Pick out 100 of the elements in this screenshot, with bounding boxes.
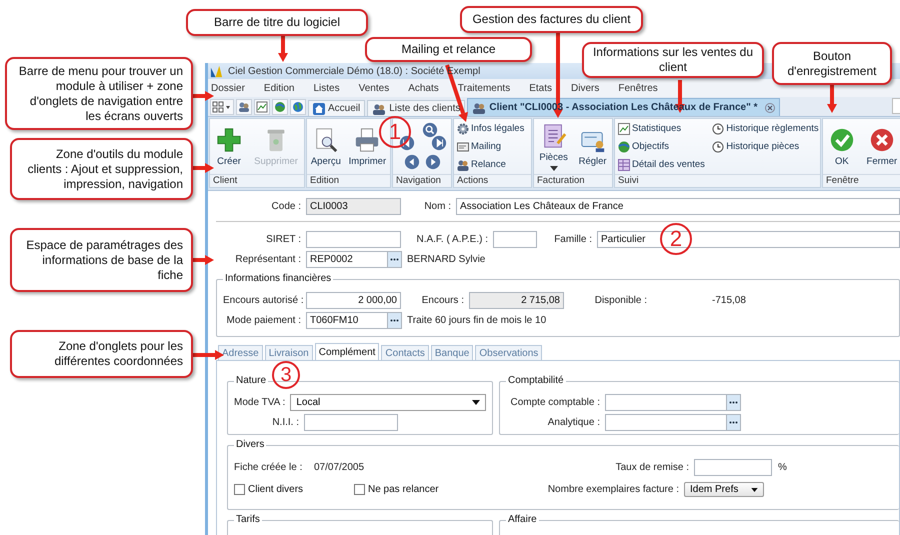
field-label: Taux de remise : (614, 462, 690, 473)
nii-field[interactable] (304, 414, 398, 431)
field-label: Encours autorisé : (223, 295, 301, 306)
analytic-field[interactable] (605, 414, 727, 431)
account-field[interactable] (605, 394, 727, 411)
ribbon-button[interactable]: Aperçu (310, 124, 342, 168)
callout: Barre de menu pour trouver un module à utiliser + zone d'onglets de navigation entre les écrans ouverts (5, 57, 193, 130)
grid-icon[interactable] (210, 99, 234, 115)
close-icon[interactable] (764, 102, 774, 112)
group-title: Informations financières (223, 273, 334, 284)
group-label: Fenêtre (823, 174, 900, 187)
globe-icon[interactable] (290, 99, 306, 115)
menu-item[interactable]: Traitements (458, 82, 518, 94)
ribbon-button[interactable]: Détail des ventes (618, 156, 706, 174)
menu-item[interactable]: Fenêtres (618, 82, 665, 94)
group-title: Comptabilité (506, 375, 566, 386)
copies-dropdown[interactable]: Idem Prefs (684, 482, 764, 497)
tab[interactable]: Observations (475, 345, 542, 360)
ribbon-button[interactable]: Mailing (457, 138, 531, 156)
people-icon (472, 102, 486, 114)
name-field[interactable]: Association Les Châteaux de France (456, 198, 900, 215)
browse-button[interactable] (727, 414, 741, 431)
number-marker: 1 (379, 116, 411, 148)
callout: Barre de titre du logiciel (186, 9, 368, 36)
ribbon-button[interactable]: Pièces (538, 120, 569, 172)
ribbon-button[interactable]: Historique pièces (712, 138, 820, 156)
checkbox[interactable]: Client divers (234, 484, 354, 495)
menu-item[interactable]: Edition (264, 82, 302, 94)
payment-description: Traite 60 jours fin de mois le 10 (407, 315, 546, 326)
first-record-icon[interactable] (399, 134, 415, 150)
discount-field[interactable] (694, 459, 772, 476)
callout: Espace de paramétrages des informations de base de la fiche (10, 228, 193, 292)
people-icon[interactable] (236, 99, 252, 115)
ribbon-button[interactable]: OK (828, 124, 856, 168)
representative-field[interactable]: REP0002 (306, 251, 388, 268)
gear-icon (457, 122, 469, 134)
tab[interactable]: Banque (430, 345, 474, 360)
vat-mode-dropdown[interactable]: Local (290, 394, 486, 411)
last-record-icon[interactable] (431, 134, 447, 150)
menu-item[interactable]: Dossier (211, 82, 252, 94)
ellipsis-icon (390, 319, 399, 322)
group-label: Edition (307, 174, 390, 187)
field-label: Encours : (420, 295, 464, 306)
field-label: Compte comptable : (510, 397, 600, 408)
chart-icon[interactable] (254, 99, 270, 115)
ribbon-button[interactable]: Créer (215, 124, 244, 168)
code-field[interactable]: CLI0003 (306, 198, 401, 215)
group-label: Suivi (615, 174, 820, 187)
callout: Zone d'onglets pour les différentes coordonnées (10, 330, 193, 378)
callout-arrow (193, 91, 214, 101)
menu-item[interactable]: Achats (408, 82, 446, 94)
field-label: Famille : (553, 234, 592, 245)
payment-mode-field[interactable]: T060FM10 (306, 312, 388, 329)
tab[interactable]: Complément (314, 343, 380, 360)
callout-arrow (278, 35, 288, 62)
credit-limit-field[interactable]: 2 000,00 (306, 292, 401, 309)
browse-button[interactable] (727, 394, 741, 411)
caret-icon (751, 488, 758, 492)
callout-arrow (827, 85, 837, 113)
ellipsis-icon (390, 258, 399, 261)
callout: Informations sur les ventes du client (582, 42, 764, 78)
group-label: Facturation (534, 174, 612, 187)
ribbon-button[interactable]: Historique règlements (712, 120, 820, 138)
ribbon-button[interactable]: Relance (457, 156, 531, 174)
globe-icon[interactable] (272, 99, 288, 115)
card-icon (457, 140, 469, 152)
ribbon-button[interactable]: Objectifs (618, 138, 706, 156)
field-label: Nombre exemplaires facture : (546, 484, 680, 495)
search-icon[interactable] (422, 122, 438, 138)
browse-button[interactable] (388, 312, 402, 329)
navigation-tab[interactable]: Accueil (308, 100, 366, 116)
menu-item[interactable]: Ventes (358, 82, 396, 94)
navigation-tab[interactable]: Liste des clients (367, 100, 466, 116)
ribbon-button[interactable]: Infos légales (457, 120, 531, 138)
callout-arrow (193, 163, 214, 173)
next-icon[interactable] (425, 154, 441, 170)
checkbox[interactable]: Ne pas relancer (354, 484, 514, 495)
menu-item[interactable]: Divers (571, 82, 606, 94)
group-title: Nature (234, 375, 268, 386)
ribbon-button[interactable]: Régler (578, 124, 608, 168)
chart-icon (618, 122, 630, 134)
checkmark-icon (828, 126, 855, 152)
group-label: Client (210, 174, 304, 187)
ribbon-button[interactable]: Fermer (866, 124, 898, 168)
available-amount: -715,08 (712, 295, 746, 306)
naf-field[interactable] (493, 231, 537, 248)
field-label: SIRET : (265, 234, 301, 245)
tab[interactable]: Contacts (381, 345, 429, 360)
field-label: Nom : (423, 201, 451, 212)
browse-button[interactable] (388, 251, 402, 268)
ribbon-button[interactable]: Statistiques (618, 120, 706, 138)
toolbar-field[interactable] (892, 98, 900, 114)
siret-field[interactable] (306, 231, 401, 248)
tab[interactable]: Livraison (264, 345, 313, 360)
tab[interactable]: Adresse (218, 345, 263, 360)
previous-icon[interactable] (404, 154, 420, 170)
menu-item[interactable]: Etats (529, 82, 559, 94)
menu-item[interactable]: Listes (313, 82, 347, 94)
field-label: Analytique : (546, 417, 600, 428)
people-icon (372, 102, 386, 114)
